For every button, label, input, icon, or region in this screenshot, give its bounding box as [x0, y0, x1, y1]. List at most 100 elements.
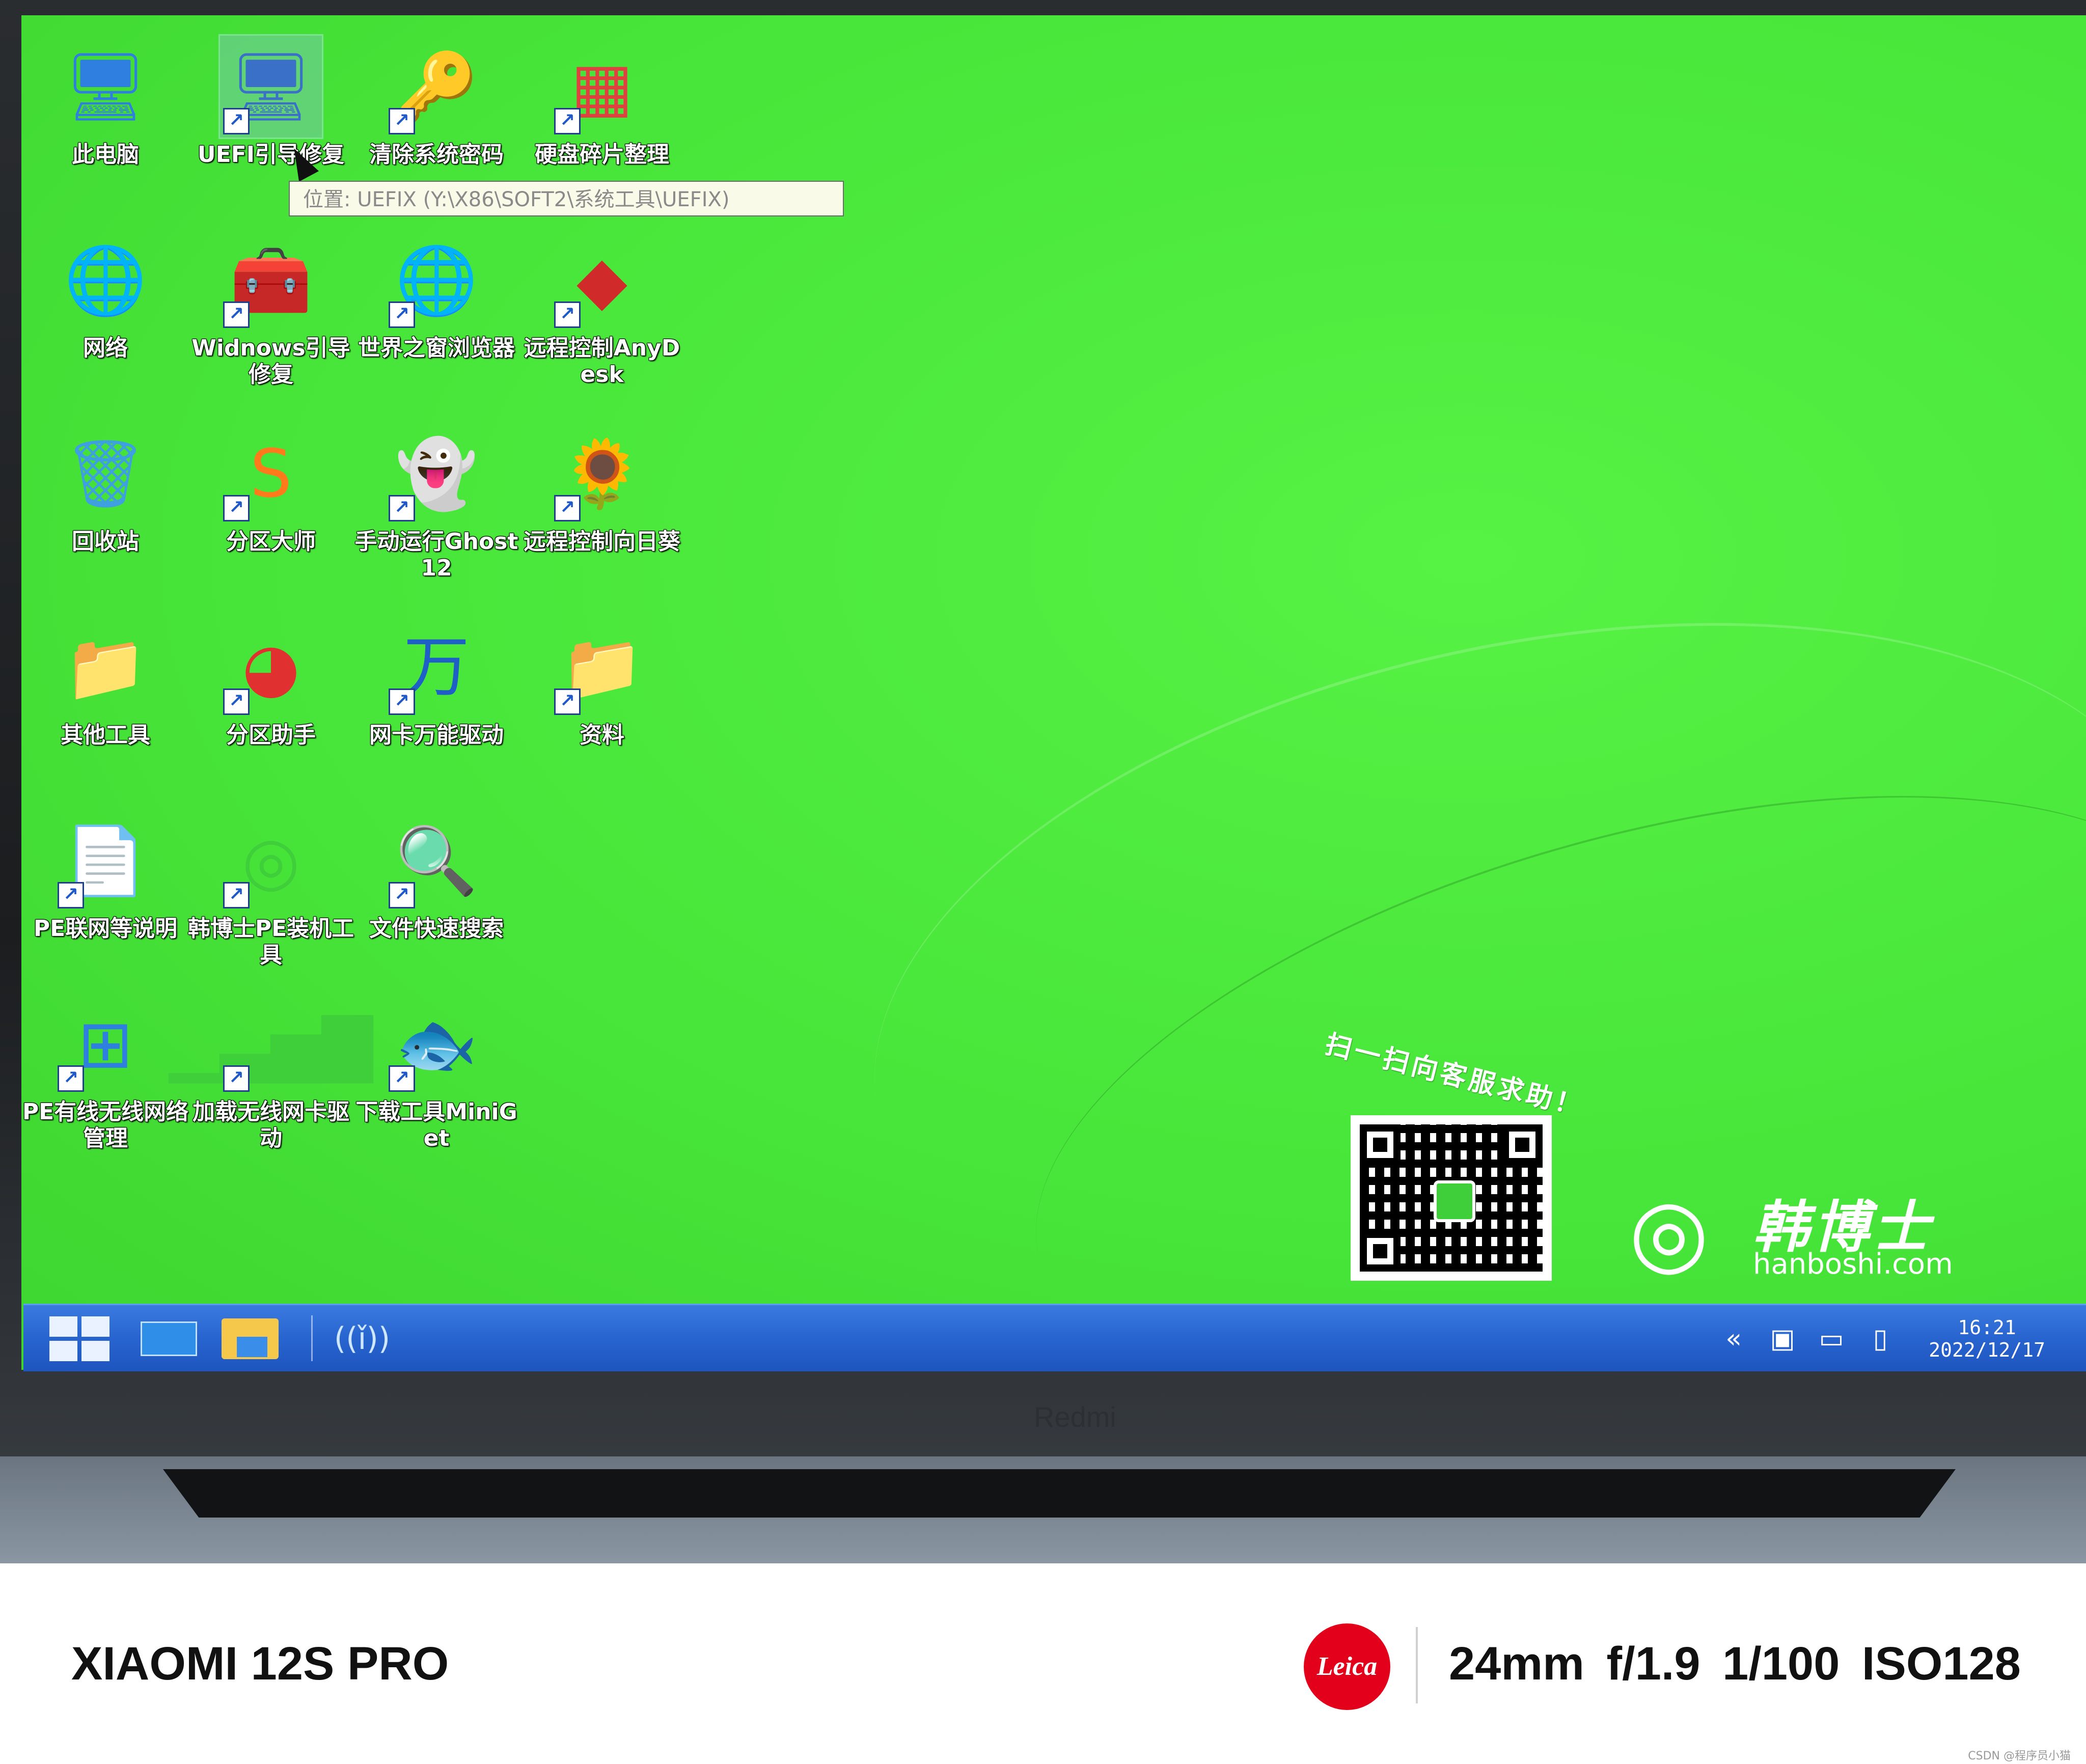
windows-logo-icon: [49, 1316, 109, 1361]
shortcut-arrow-icon: ↗: [389, 301, 415, 328]
shortcut-arrow-icon: ↗: [554, 301, 581, 328]
desktop-icon-image: 🐟 ↗: [386, 993, 487, 1095]
desktop-icon[interactable]: ◎ ↗ 韩博士PE装机工具: [187, 810, 355, 969]
desktop-icon[interactable]: 🐟 ↗ 下载工具MiniGet: [352, 993, 520, 1152]
desktop-icon[interactable]: 🌻 ↗ 远程控制向日葵: [518, 423, 686, 555]
desktop-icon[interactable]: 📁 ↗ 资料: [518, 616, 686, 749]
usb-drive-icon[interactable]: ▯: [1862, 1321, 1898, 1357]
desktop-icon[interactable]: 👻 ↗ 手动运行Ghost12: [352, 423, 520, 582]
shortcut-arrow-icon: ↗: [223, 1065, 250, 1092]
desktop-icon[interactable]: ▁▃▅▇ ↗ 加载无线网卡驱动: [169, 993, 373, 1152]
desktop-icon-label: 资料: [580, 722, 624, 748]
desktop-icon-label: 远程控制AnyDesk: [524, 335, 680, 388]
brand-url: hanboshi.com: [1753, 1248, 1953, 1281]
desktop-icon-image: 🧰 ↗: [220, 229, 322, 331]
qr-center-logo-icon: [1433, 1180, 1475, 1222]
display-settings-icon[interactable]: ▣: [1765, 1321, 1800, 1357]
desktop-icon-image: 👻 ↗: [386, 423, 487, 525]
shortcut-arrow-icon: ↗: [389, 882, 415, 908]
desktop-icon-label: 回收站: [72, 529, 139, 555]
desktop-icon[interactable]: 📄 ↗ PE联网等说明: [21, 810, 189, 942]
desktop-icon-label: UEFI引导修复: [197, 142, 345, 168]
app-glyph-icon: ◕: [242, 628, 300, 706]
clock-date: 2022/12/17: [1929, 1339, 2045, 1361]
taskbar-clock[interactable]: 16:21 2022/12/17: [1929, 1316, 2045, 1361]
desktop-icon-label: 网络: [83, 335, 128, 361]
watermark-divider: [1416, 1627, 1418, 1703]
desktop-icon-label: PE联网等说明: [33, 916, 178, 942]
desktop-icon-label: 世界之窗浏览器: [358, 335, 515, 361]
desktop-icon-label: PE有线无线网络管理: [22, 1099, 189, 1151]
start-button[interactable]: [44, 1314, 115, 1363]
desktop-icon-image: 🖥 ↗: [218, 34, 323, 139]
desktop-icon-image: 万 ↗: [386, 616, 487, 718]
app-glyph-icon: ⊞: [77, 1005, 133, 1083]
battery-icon[interactable]: ▭: [1814, 1321, 1849, 1357]
desktop-icon[interactable]: 🖥 此电脑: [21, 36, 189, 168]
system-tray: « ▣ ▭ ▯ 16:21 2022/12/17: [1703, 1314, 2045, 1363]
desktop-icon[interactable]: ▦ ↗ 硬盘碎片整理: [518, 36, 686, 168]
desktop-icon-image: 📁: [54, 616, 156, 718]
desktop-icon[interactable]: 🔍 ↗ 文件快速搜索: [352, 810, 520, 942]
desktop-icon-label: 韩博士PE装机工具: [187, 916, 354, 968]
desktop-icon[interactable]: 📁 其他工具: [21, 616, 189, 749]
laptop-hinge-shadow: [163, 1469, 1956, 1518]
desktop-icon-image: 🔍 ↗: [386, 810, 487, 912]
desktop-icon-image: ◎ ↗: [220, 810, 322, 912]
shortcut-arrow-icon: ↗: [223, 882, 250, 908]
desktop-icon[interactable]: 🖥 ↗ UEFI引导修复: [187, 34, 355, 168]
desktop-icon-label: 硬盘碎片整理: [535, 142, 669, 168]
desktop-icon-image: 🌻 ↗: [551, 423, 653, 525]
file-explorer-button[interactable]: [217, 1314, 283, 1363]
app-glyph-icon: ◆: [577, 241, 627, 319]
desktop-icon[interactable]: ◆ ↗ 远程控制AnyDesk: [518, 229, 686, 388]
desktop-icon[interactable]: 🗑 回收站: [21, 423, 189, 555]
desktop-icon[interactable]: 🌐 ↗ 世界之窗浏览器: [352, 229, 520, 362]
desktop-icon-image: ⊞ ↗: [54, 993, 156, 1095]
desktop-icon-image: 📄 ↗: [54, 810, 156, 912]
desktop-icon: [140, 1321, 197, 1356]
app-glyph-icon: 🌐: [64, 241, 147, 319]
desktop-icon[interactable]: 🔑 ↗ 清除系统密码: [352, 36, 520, 168]
icon-location-tooltip: 位置: UEFIX (Y:\X86\SOFT2\系统工具\UEFIX): [289, 181, 844, 216]
desktop-icon-label: 手动运行Ghost12: [354, 529, 518, 581]
clock-time: 16:21: [1958, 1316, 2016, 1339]
camera-specs: 24mm f/1.9 1/100 ISO128: [1449, 1638, 2021, 1690]
app-glyph-icon: 🖥: [63, 48, 148, 125]
shortcut-arrow-icon: ↗: [223, 495, 250, 521]
desktop-icon[interactable]: S ↗ 分区大师: [187, 423, 355, 555]
desktop-icon-label: Widnows引导修复: [191, 335, 350, 388]
wireless-button[interactable]: ((ǐ)): [329, 1314, 395, 1363]
camera-watermark: XIAOMI 12S PRO Leica 24mm f/1.9 1/100 IS…: [0, 1563, 2086, 1764]
tray-expand-chevron-icon[interactable]: «: [1716, 1321, 1751, 1357]
desktop-icon-label: 网卡万能驱动: [369, 722, 504, 748]
desktop-icon[interactable]: ⊞ ↗ PE有线无线网络管理: [21, 993, 189, 1152]
desktop-icon[interactable]: 万 ↗ 网卡万能驱动: [352, 616, 520, 749]
shortcut-arrow-icon: ↗: [223, 108, 250, 134]
desktop-icon[interactable]: 🧰 ↗ Widnows引导修复: [187, 229, 355, 388]
desktop-icon[interactable]: ◕ ↗ 分区助手: [187, 616, 355, 749]
desktop-icon-label: 分区大师: [226, 529, 316, 555]
shortcut-arrow-icon: ↗: [554, 108, 581, 134]
desktop-icon-label: 此电脑: [72, 142, 139, 168]
desktop-icon-image: 🔑 ↗: [386, 36, 487, 137]
taskbar-separator: [311, 1315, 313, 1361]
camera-model: XIAOMI 12S PRO: [71, 1638, 449, 1690]
shortcut-arrow-icon: ↗: [389, 1065, 415, 1092]
taskbar: ((ǐ)) « ▣ ▭ ▯ 16:21 2022/12/17: [23, 1304, 2086, 1371]
desktop-icon-label: 远程控制向日葵: [524, 529, 680, 555]
desktop-icon-image: S ↗: [220, 423, 322, 525]
show-desktop-button[interactable]: [138, 1314, 199, 1363]
shortcut-arrow-icon: ↗: [223, 688, 250, 715]
desktop-icon-label: 加载无线网卡驱动: [193, 1099, 349, 1151]
antenna-icon: ((ǐ)): [334, 1321, 391, 1357]
shortcut-arrow-icon: ↗: [58, 1065, 84, 1092]
desktop-icon[interactable]: 🌐 网络: [21, 229, 189, 362]
desktop-icon-image: ▦ ↗: [551, 36, 653, 137]
shortcut-arrow-icon: ↗: [554, 688, 581, 715]
desktop-icon-image: 🖥: [54, 36, 156, 137]
shortcut-arrow-icon: ↗: [554, 495, 581, 521]
desktop-icon-image: ◆ ↗: [551, 229, 653, 331]
desktop-icon-image: ▁▃▅▇ ↗: [169, 993, 373, 1095]
shortcut-arrow-icon: ↗: [389, 688, 415, 715]
